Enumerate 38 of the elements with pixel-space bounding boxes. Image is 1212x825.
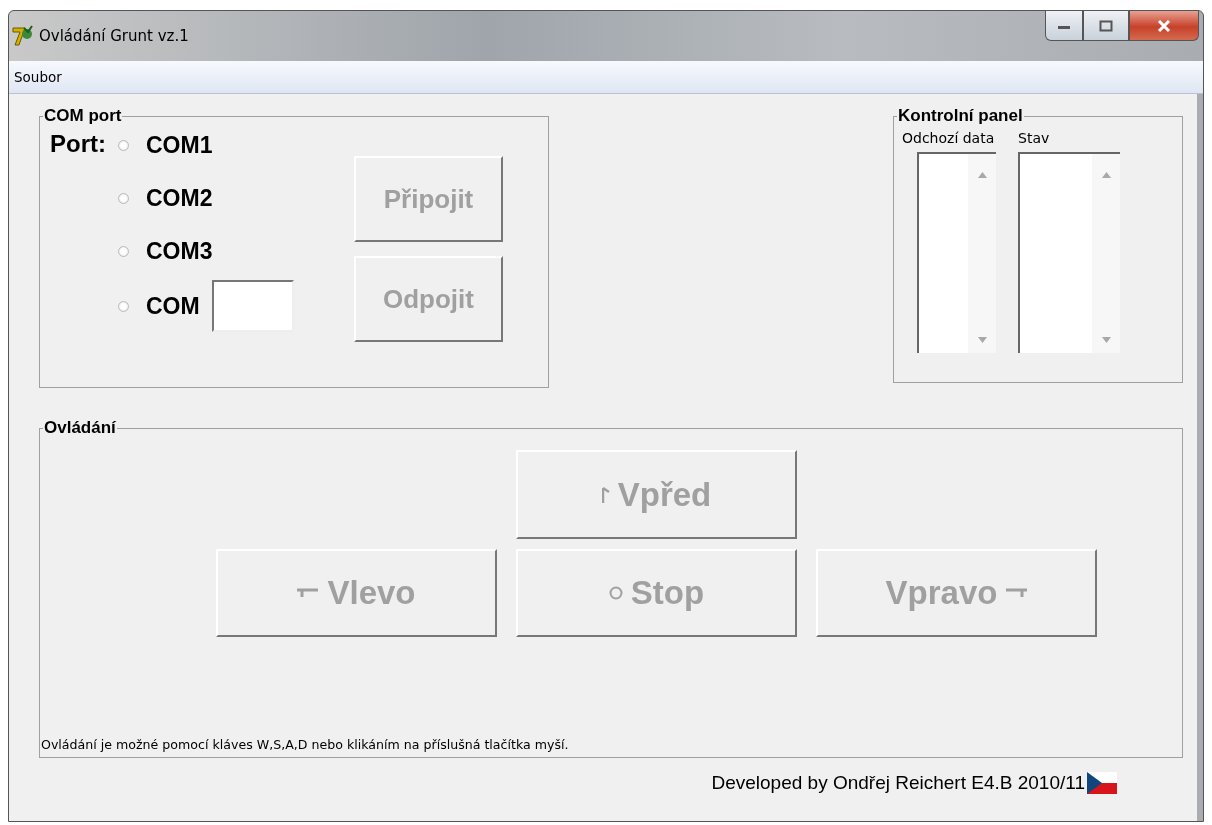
credits-text: Developed by Ondřej Reichert E4.B 2010/11 (711, 772, 1085, 794)
arrow-right-icon (1005, 588, 1028, 598)
flag-icon (1087, 772, 1117, 794)
list-label: Stav (1018, 130, 1051, 146)
minimize-button[interactable] (1045, 11, 1083, 41)
radio-button[interactable] (118, 193, 129, 204)
group-title: Kontrolní panel (897, 106, 1024, 126)
arrow-up-icon (601, 486, 610, 503)
list-box[interactable] (917, 152, 996, 353)
scroll-down-arrow-icon (977, 337, 987, 343)
close-icon (1157, 19, 1171, 32)
scroll-down-arrow-icon (1101, 337, 1111, 343)
scrollbar[interactable] (968, 154, 996, 353)
radio-label[interactable]: COM (146, 292, 200, 320)
hint-text: Ovládání je možné pomocí kláves W,S,A,D nebo klikáním na příslušná tlačítka myší. (40, 737, 570, 752)
radio-button[interactable] (118, 140, 129, 151)
app-icon (11, 25, 33, 47)
scroll-up-arrow-icon (1101, 172, 1111, 178)
radio-label[interactable]: COM1 (146, 132, 213, 159)
window-title: Ovládání Grunt vz.1 (39, 27, 189, 45)
radio-button[interactable] (118, 246, 129, 257)
close-button[interactable] (1129, 11, 1199, 41)
maximize-button[interactable] (1083, 11, 1129, 41)
circle-icon (608, 586, 623, 600)
scrollbar[interactable] (1092, 154, 1120, 353)
port-number-field[interactable] (211, 280, 294, 332)
radio-label[interactable]: COM3 (146, 238, 213, 265)
scroll-up-arrow-icon (977, 172, 987, 178)
list-label: Odchozí data (902, 130, 996, 146)
group-title: Ovládání (43, 418, 117, 438)
list-box[interactable] (1018, 152, 1120, 353)
maximize-icon (1099, 19, 1113, 32)
radio-label[interactable]: COM2 (146, 185, 213, 212)
arrow-left-icon (297, 588, 320, 598)
group-title: COM port (43, 106, 123, 126)
menu-item[interactable]: Soubor (9, 69, 67, 85)
radio-button[interactable] (118, 300, 129, 312)
port-label: Port: (50, 130, 106, 159)
